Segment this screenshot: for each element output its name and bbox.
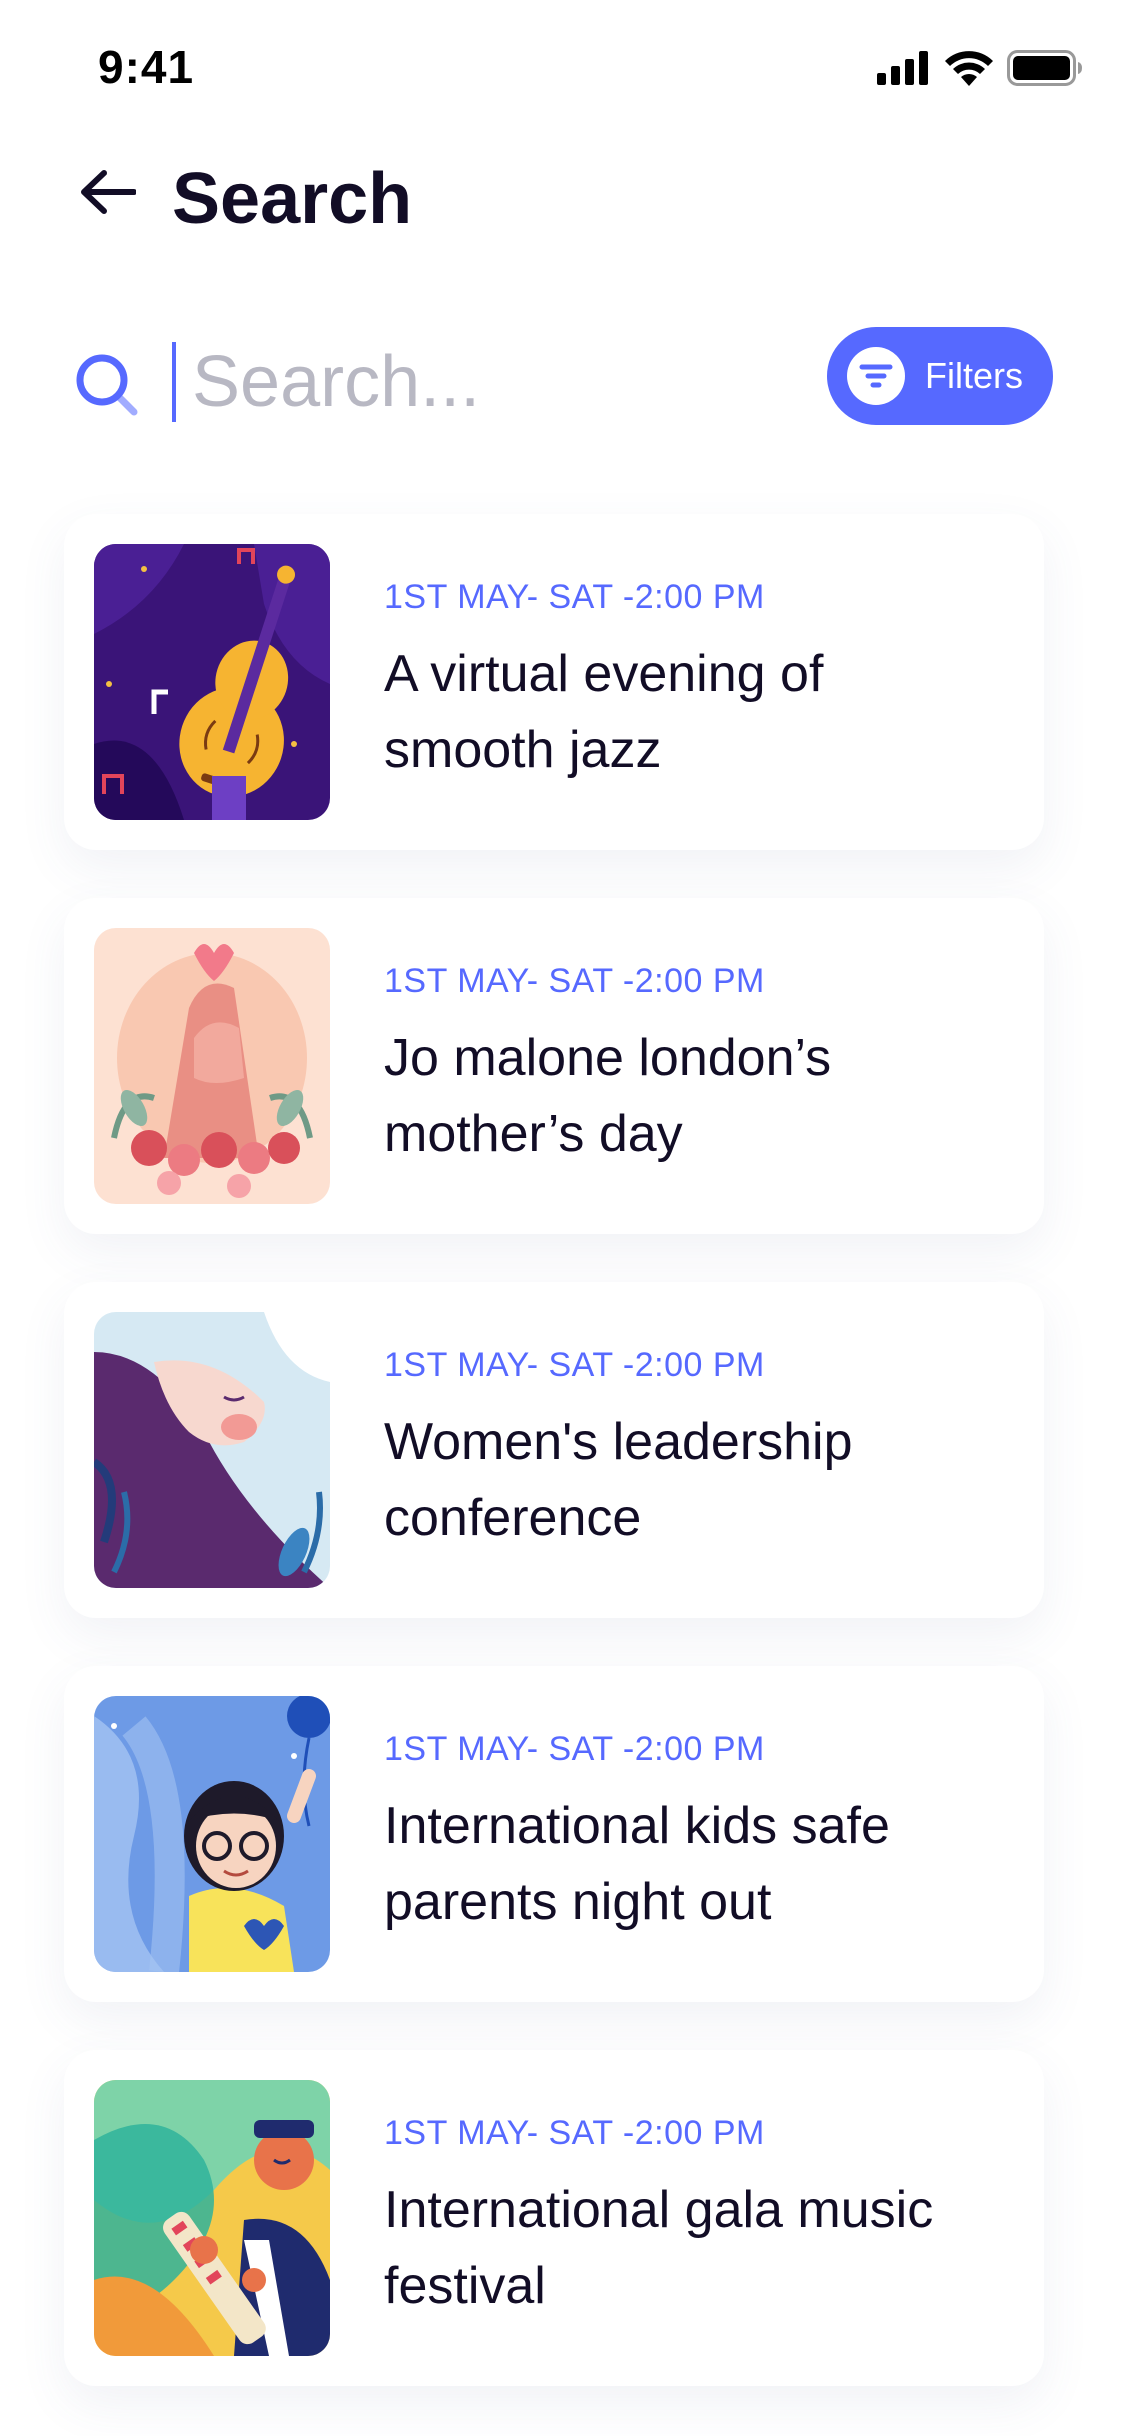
event-card[interactable]: 1ST MAY- SAT -2:00 PM International gala… bbox=[64, 2050, 1044, 2386]
battery-icon bbox=[1007, 50, 1083, 86]
event-card[interactable]: 1ST MAY- SAT -2:00 PM International kids… bbox=[64, 1666, 1044, 2002]
filters-button[interactable]: Filters bbox=[827, 327, 1053, 425]
event-title: International kids safe parents night ou… bbox=[384, 1797, 890, 1931]
status-icons bbox=[877, 48, 1083, 88]
search-icon bbox=[74, 352, 140, 418]
event-list: 1ST MAY- SAT -2:00 PM A virtual evening … bbox=[64, 514, 1044, 2434]
status-bar: 9:41 bbox=[0, 0, 1125, 132]
event-card[interactable]: 1ST MAY- SAT -2:00 PM Jo malone london’s… bbox=[64, 898, 1044, 1234]
event-date: 1ST MAY- SAT -2:00 PM bbox=[384, 1346, 765, 1384]
arrow-left-icon bbox=[80, 169, 137, 219]
search-input[interactable] bbox=[192, 338, 752, 426]
filters-label: Filters bbox=[925, 355, 1023, 396]
event-title: A virtual evening of smooth jazz bbox=[384, 645, 824, 779]
event-image-mothers-day bbox=[94, 928, 330, 1204]
event-image-leadership bbox=[94, 1312, 330, 1588]
event-card[interactable]: 1ST MAY- SAT -2:00 PM A virtual evening … bbox=[64, 514, 1044, 850]
filter-icon bbox=[847, 347, 905, 405]
event-date: 1ST MAY- SAT -2:00 PM bbox=[384, 962, 765, 1000]
status-time: 9:41 bbox=[98, 41, 195, 93]
event-date: 1ST MAY- SAT -2:00 PM bbox=[384, 2114, 765, 2152]
text-cursor bbox=[172, 342, 176, 422]
wifi-icon bbox=[945, 50, 993, 86]
event-date: 1ST MAY- SAT -2:00 PM bbox=[384, 578, 765, 616]
event-image-music-festival bbox=[94, 2080, 330, 2356]
event-card[interactable]: 1ST MAY- SAT -2:00 PM Women's leadership… bbox=[64, 1282, 1044, 1618]
event-title: Jo malone london’s mother’s day bbox=[384, 1029, 832, 1163]
cellular-signal-icon bbox=[877, 51, 931, 85]
page-title: Search bbox=[172, 159, 413, 239]
event-title: International gala music festival bbox=[384, 2181, 934, 2315]
back-button[interactable] bbox=[78, 164, 138, 224]
event-image-jazz bbox=[94, 544, 330, 820]
event-title: Women's leadership conference bbox=[384, 1413, 853, 1547]
search-bar: Filters bbox=[0, 320, 1125, 440]
header: Search bbox=[0, 150, 1125, 240]
event-date: 1ST MAY- SAT -2:00 PM bbox=[384, 1730, 765, 1768]
event-image-kids bbox=[94, 1696, 330, 1972]
